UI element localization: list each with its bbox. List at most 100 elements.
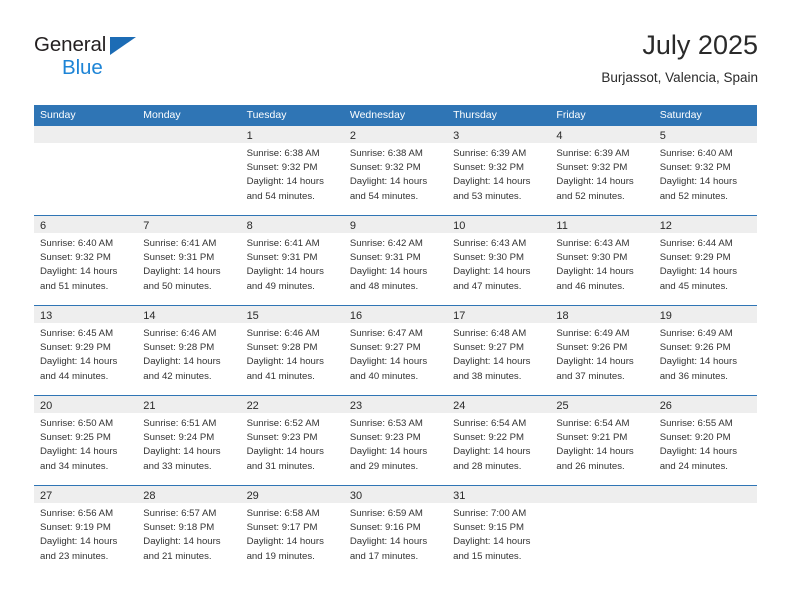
day-number-band: 9: [343, 216, 448, 233]
day-detail-line: Daylight: 14 hours: [143, 536, 221, 548]
day-cell[interactable]: 29 Sunrise: 6:58 AM Sunset: 9:17 PM Dayligh…: [240, 486, 344, 575]
day-cell[interactable]: 7 Sunrise: 6:41 AM Sunset: 9:31 PM Daylight…: [137, 216, 241, 305]
day-detail-line: Daylight: 14 hours: [453, 446, 531, 458]
day-detail-line: Sunset: 9:15 PM: [453, 522, 525, 534]
day-detail-line: Daylight: 14 hours: [556, 446, 634, 458]
day-details: Sunrise: 6:46 AM Sunset: 9:28 PM Daylight:…: [137, 323, 240, 384]
day-cell[interactable]: 24 Sunrise: 6:54 AM Sunset: 9:22 PM Dayligh…: [447, 396, 551, 485]
day-cell[interactable]: 23 Sunrise: 6:53 AM Sunset: 9:23 PM Dayligh…: [343, 396, 448, 485]
day-detail-line: and 44 minutes.: [40, 370, 109, 382]
day-details: Sunrise: 6:43 AM Sunset: 9:30 PM Daylight:…: [447, 233, 550, 294]
calendar-week-row: 1 Sunrise: 6:38 AM Sunset: 9:32 PM Daylight…: [34, 126, 757, 215]
day-cell[interactable]: 3 Sunrise: 6:39 AM Sunset: 9:32 PM Daylight…: [447, 126, 551, 215]
day-cell[interactable]: 11 Sunrise: 6:43 AM Sunset: 9:30 PM Dayligh…: [550, 216, 654, 305]
day-cell[interactable]: 15 Sunrise: 6:46 AM Sunset: 9:28 PM Dayligh…: [240, 306, 344, 395]
generalblue-logo: General Blue: [34, 33, 164, 83]
day-details: Sunrise: 6:53 AM Sunset: 9:23 PM Daylight:…: [344, 413, 447, 474]
day-detail-line: and 52 minutes.: [659, 190, 728, 202]
day-detail-line: and 48 minutes.: [349, 280, 419, 292]
day-detail-line: Sunset: 9:23 PM: [349, 432, 421, 444]
day-detail-line: Daylight: 14 hours: [659, 356, 738, 368]
day-cell[interactable]: 4 Sunrise: 6:39 AM Sunset: 9:32 PM Daylight…: [550, 126, 654, 215]
day-detail-line: Sunset: 9:20 PM: [659, 432, 731, 444]
day-number-band: 1: [240, 126, 344, 143]
day-cell[interactable]: 13 Sunrise: 6:45 AM Sunset: 9:29 PM Dayligh…: [34, 306, 138, 395]
day-details: Sunrise: 6:38 AM Sunset: 9:32 PM Daylight:…: [241, 143, 344, 204]
day-cell[interactable]: 14 Sunrise: 6:46 AM Sunset: 9:28 PM Dayligh…: [137, 306, 241, 395]
day-detail-line: Daylight: 14 hours: [40, 536, 118, 548]
day-number-band: 27: [34, 486, 138, 503]
day-cell[interactable]: 1 Sunrise: 6:38 AM Sunset: 9:32 PM Daylight…: [240, 126, 344, 215]
day-number-band: 5: [653, 126, 757, 143]
day-detail-line: and 50 minutes.: [143, 280, 212, 292]
day-details: Sunrise: 6:51 AM Sunset: 9:24 PM Daylight:…: [137, 413, 240, 474]
day-detail-line: and 15 minutes.: [453, 550, 522, 562]
day-detail-line: Daylight: 14 hours: [556, 356, 634, 368]
day-detail-line: Daylight: 14 hours: [659, 266, 738, 278]
day-cell[interactable]: 17 Sunrise: 6:48 AM Sunset: 9:27 PM Dayligh…: [447, 306, 551, 395]
day-number: 16: [349, 310, 363, 322]
day-detail-line: Sunset: 9:26 PM: [659, 342, 731, 354]
day-cell[interactable]: 19 Sunrise: 6:49 AM Sunset: 9:26 PM Dayligh…: [653, 306, 757, 395]
day-detail-line: and 31 minutes.: [246, 460, 315, 472]
day-cell[interactable]: 8 Sunrise: 6:41 AM Sunset: 9:31 PM Daylight…: [240, 216, 344, 305]
day-cell[interactable]: 16 Sunrise: 6:47 AM Sunset: 9:27 PM Dayligh…: [343, 306, 448, 395]
day-number-band: 8: [240, 216, 344, 233]
day-number: 27: [40, 490, 53, 502]
day-details: Sunrise: 6:47 AM Sunset: 9:27 PM Daylight:…: [344, 323, 447, 384]
logo-text-general: General: [34, 33, 107, 56]
day-cell[interactable]: 2 Sunrise: 6:38 AM Sunset: 9:32 PM Daylight…: [343, 126, 448, 215]
day-number-band: 19: [653, 306, 757, 323]
day-cell[interactable]: 25 Sunrise: 6:54 AM Sunset: 9:21 PM Dayligh…: [550, 396, 654, 485]
day-details: Sunrise: 6:59 AM Sunset: 9:16 PM Daylight:…: [344, 503, 447, 564]
logo-triangle-icon: [110, 37, 136, 55]
day-detail-line: Daylight: 14 hours: [349, 266, 428, 278]
day-cell[interactable]: 27 Sunrise: 6:56 AM Sunset: 9:19 PM Dayligh…: [34, 486, 138, 575]
day-number: 26: [659, 400, 672, 412]
day-detail-line: and 26 minutes.: [556, 460, 625, 472]
day-number-band: 2: [343, 126, 448, 143]
day-details: Sunrise: 6:40 AM Sunset: 9:32 PM Daylight:…: [34, 233, 137, 294]
day-cell[interactable]: 20 Sunrise: 6:50 AM Sunset: 9:25 PM Dayligh…: [34, 396, 138, 485]
day-cell[interactable]: 21 Sunrise: 6:51 AM Sunset: 9:24 PM Dayligh…: [137, 396, 241, 485]
day-detail-line: Daylight: 14 hours: [246, 176, 324, 188]
day-number-band: 26: [653, 396, 757, 413]
day-number-band: [653, 486, 757, 503]
day-cell[interactable]: 30 Sunrise: 6:59 AM Sunset: 9:16 PM Dayligh…: [343, 486, 448, 575]
day-detail-line: Sunrise: 6:50 AM: [40, 418, 114, 429]
day-detail-line: Sunrise: 6:48 AM: [453, 328, 527, 339]
day-cell[interactable]: 28 Sunrise: 6:57 AM Sunset: 9:18 PM Dayligh…: [137, 486, 241, 575]
weekday-header-thursday: Thursday: [453, 109, 497, 121]
day-cell[interactable]: 12 Sunrise: 6:44 AM Sunset: 9:29 PM Dayligh…: [653, 216, 757, 305]
day-cell[interactable]: 10 Sunrise: 6:43 AM Sunset: 9:30 PM Dayligh…: [447, 216, 551, 305]
day-detail-line: Sunrise: 6:41 AM: [143, 238, 217, 249]
day-detail-line: Daylight: 14 hours: [453, 536, 531, 548]
calendar-week-row: 13 Sunrise: 6:45 AM Sunset: 9:29 PM Dayligh…: [34, 305, 757, 395]
day-number: 13: [40, 310, 53, 322]
day-detail-line: Sunrise: 6:54 AM: [556, 418, 630, 429]
day-number: 1: [246, 130, 253, 142]
day-number-band: 30: [343, 486, 448, 503]
day-detail-line: Sunrise: 6:47 AM: [349, 328, 423, 339]
day-cell[interactable]: 31 Sunrise: 7:00 AM Sunset: 9:15 PM Dayligh…: [447, 486, 551, 575]
day-cell[interactable]: 5 Sunrise: 6:40 AM Sunset: 9:32 PM Daylight…: [653, 126, 757, 215]
day-cell[interactable]: 9 Sunrise: 6:42 AM Sunset: 9:31 PM Daylight…: [343, 216, 448, 305]
day-number: 20: [40, 400, 53, 412]
day-cell[interactable]: 26 Sunrise: 6:55 AM Sunset: 9:20 PM Dayligh…: [653, 396, 757, 485]
day-cell[interactable]: 18 Sunrise: 6:49 AM Sunset: 9:26 PM Dayligh…: [550, 306, 654, 395]
day-number: 18: [556, 310, 569, 322]
day-number-band: 6: [34, 216, 138, 233]
day-number-band: 18: [550, 306, 654, 323]
day-detail-line: Sunset: 9:32 PM: [556, 162, 628, 174]
day-cell[interactable]: 22 Sunrise: 6:52 AM Sunset: 9:23 PM Dayligh…: [240, 396, 344, 485]
day-detail-line: Sunrise: 6:39 AM: [453, 148, 527, 159]
day-cell[interactable]: 6 Sunrise: 6:40 AM Sunset: 9:32 PM Daylight…: [34, 216, 138, 305]
weekday-header-friday: Friday: [556, 109, 586, 121]
logo-text-blue: Blue: [62, 56, 103, 79]
day-number: 21: [143, 400, 156, 412]
day-detail-line: Sunrise: 6:38 AM: [246, 148, 320, 159]
day-detail-line: Sunrise: 6:55 AM: [659, 418, 733, 429]
day-detail-line: Daylight: 14 hours: [246, 356, 324, 368]
day-number-band: 4: [550, 126, 654, 143]
day-number-band: 13: [34, 306, 138, 323]
